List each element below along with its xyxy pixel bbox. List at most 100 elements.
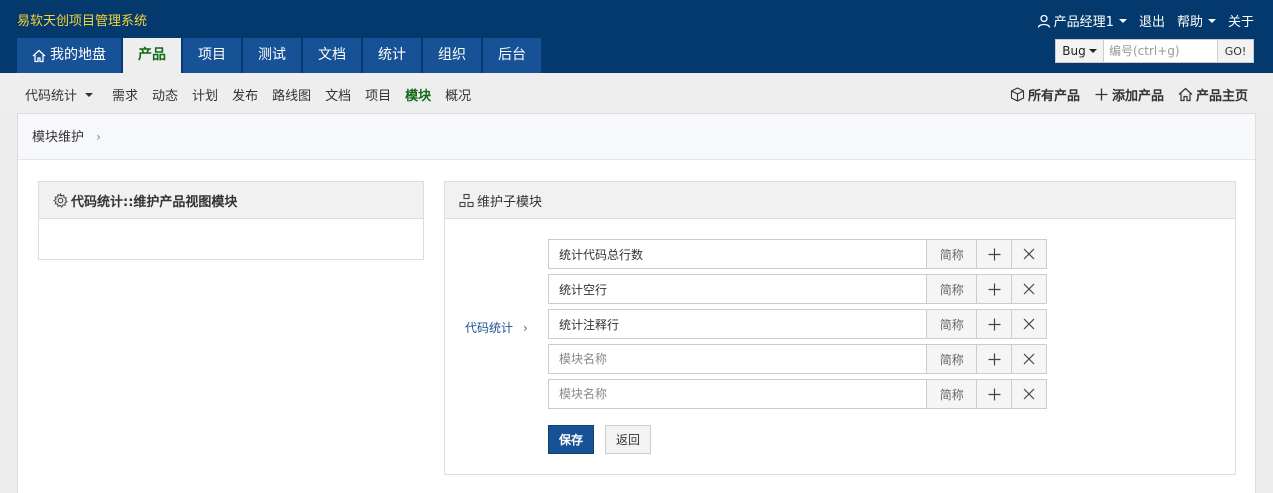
short-name-field[interactable]: 简称 bbox=[927, 239, 978, 269]
product-switcher-label: 代码统计 bbox=[25, 89, 78, 104]
user-icon bbox=[1037, 14, 1050, 28]
search-input[interactable] bbox=[1104, 40, 1217, 62]
chevron-down-icon bbox=[1088, 49, 1097, 53]
delete-row-button[interactable] bbox=[1012, 344, 1047, 374]
sub-nav-left: 代码统计 需求 动态 计划 发布 路线图 文档 项目 模块 概况 bbox=[25, 85, 485, 104]
short-name-field[interactable]: 简称 bbox=[927, 379, 978, 409]
panel-title: 代码统计::维护产品视图模块 bbox=[71, 194, 238, 210]
user-name: 产品经理1 bbox=[1053, 15, 1114, 30]
panel-title: 维护子模块 bbox=[477, 194, 543, 210]
search-type-select[interactable]: Bug bbox=[1056, 40, 1104, 62]
short-name-field[interactable]: 简称 bbox=[927, 309, 978, 339]
user-dropdown[interactable]: 产品经理1 bbox=[1037, 11, 1127, 30]
cube-icon bbox=[1010, 87, 1025, 102]
chevron-down-icon bbox=[1118, 18, 1127, 23]
parent-module-link[interactable]: 代码统计 › bbox=[465, 319, 528, 336]
delete-row-button[interactable] bbox=[1012, 309, 1047, 339]
add-row-button[interactable] bbox=[977, 379, 1013, 409]
panel-heading: 维护子模块 bbox=[445, 182, 1235, 219]
plus-icon bbox=[988, 283, 1001, 295]
help-dropdown[interactable]: 帮助 bbox=[1177, 11, 1216, 30]
add-row-button[interactable] bbox=[977, 274, 1013, 304]
search-go-button[interactable]: GO! bbox=[1217, 40, 1253, 62]
chevron-down-icon bbox=[85, 92, 94, 97]
plus-icon bbox=[988, 318, 1001, 330]
add-row-button[interactable] bbox=[977, 239, 1013, 269]
plus-icon bbox=[1095, 88, 1108, 101]
subnav-item-doc[interactable]: 文档 bbox=[325, 85, 351, 104]
about-link[interactable]: 关于 bbox=[1228, 11, 1254, 30]
add-product-link[interactable]: 添加产品 bbox=[1094, 85, 1164, 104]
module-row: 简称 bbox=[548, 379, 1047, 409]
logout-link[interactable]: 退出 bbox=[1139, 11, 1165, 30]
product-home-link[interactable]: 产品主页 bbox=[1178, 85, 1248, 104]
tab-project[interactable]: 项目 bbox=[183, 38, 241, 73]
top-header: 易软天创项目管理系统 产品经理1 退出 帮助 关于 我的地盘 产品 项目 测试 … bbox=[0, 0, 1273, 73]
subnav-item-release[interactable]: 发布 bbox=[232, 85, 258, 104]
subnav-item-roadmap[interactable]: 路线图 bbox=[272, 85, 311, 104]
close-icon bbox=[1023, 283, 1035, 295]
module-name-input[interactable] bbox=[548, 239, 928, 269]
delete-row-button[interactable] bbox=[1012, 239, 1047, 269]
search-type-label: Bug bbox=[1062, 44, 1086, 58]
child-modules-panel: 维护子模块 代码统计 › 简称 简称 简称 简称 bbox=[444, 181, 1236, 475]
short-name-field[interactable]: 简称 bbox=[927, 344, 978, 374]
content-area: 模块维护 › 代码统计::维护产品视图模块 维护子模块 代码统计 › 简称 简称 bbox=[17, 113, 1256, 493]
plus-icon bbox=[988, 388, 1001, 400]
tab-my[interactable]: 我的地盘 bbox=[17, 38, 121, 73]
tab-qa[interactable]: 测试 bbox=[243, 38, 301, 73]
module-name-input[interactable] bbox=[548, 344, 928, 374]
close-icon bbox=[1023, 318, 1035, 330]
tab-product[interactable]: 产品 bbox=[123, 38, 181, 73]
search-box: Bug GO! bbox=[1055, 39, 1254, 63]
subnav-item-view[interactable]: 概况 bbox=[445, 85, 471, 104]
tab-company[interactable]: 组织 bbox=[423, 38, 481, 73]
panel-heading: 代码统计::维护产品视图模块 bbox=[39, 182, 423, 219]
breadcrumb-separator: › bbox=[96, 130, 101, 144]
parent-module-label: 代码统计 bbox=[465, 321, 514, 335]
back-button[interactable]: 返回 bbox=[605, 425, 651, 454]
tab-report[interactable]: 统计 bbox=[363, 38, 421, 73]
save-button[interactable]: 保存 bbox=[548, 425, 594, 454]
tab-doc[interactable]: 文档 bbox=[303, 38, 361, 73]
plus-icon bbox=[988, 248, 1001, 260]
all-products-link[interactable]: 所有产品 bbox=[1010, 85, 1080, 104]
module-name-input[interactable] bbox=[548, 379, 928, 409]
add-row-button[interactable] bbox=[977, 309, 1013, 339]
module-row: 简称 bbox=[548, 239, 1047, 269]
sub-nav-right: 所有产品 添加产品 产品主页 bbox=[996, 85, 1248, 104]
subnav-item-dynamic[interactable]: 动态 bbox=[152, 85, 178, 104]
home-icon bbox=[1178, 87, 1193, 102]
breadcrumb: 模块维护 › bbox=[18, 114, 1255, 160]
sitemap-icon bbox=[459, 193, 474, 207]
delete-row-button[interactable] bbox=[1012, 379, 1047, 409]
close-icon bbox=[1023, 388, 1035, 400]
subnav-item-story[interactable]: 需求 bbox=[112, 85, 138, 104]
module-row: 简称 bbox=[548, 344, 1047, 374]
tab-admin[interactable]: 后台 bbox=[483, 38, 541, 73]
subnav-item-project[interactable]: 项目 bbox=[365, 85, 391, 104]
main-nav: 我的地盘 产品 项目 测试 文档 统计 组织 后台 bbox=[17, 38, 543, 73]
home-icon bbox=[32, 49, 46, 62]
product-home-label: 产品主页 bbox=[1195, 89, 1248, 104]
gear-icon bbox=[53, 192, 68, 208]
module-name-input[interactable] bbox=[548, 309, 928, 339]
module-name-input[interactable] bbox=[548, 274, 928, 304]
all-products-label: 所有产品 bbox=[1027, 89, 1080, 104]
short-name-field[interactable]: 简称 bbox=[927, 274, 978, 304]
subnav-item-plan[interactable]: 计划 bbox=[192, 85, 218, 104]
product-switcher[interactable]: 代码统计 bbox=[25, 85, 98, 104]
subnav-item-module[interactable]: 模块 bbox=[405, 85, 431, 104]
add-row-button[interactable] bbox=[977, 344, 1013, 374]
close-icon bbox=[1023, 353, 1035, 365]
module-row: 简称 bbox=[548, 274, 1047, 304]
module-tree-panel: 代码统计::维护产品视图模块 bbox=[38, 181, 424, 260]
chevron-down-icon bbox=[1207, 18, 1216, 23]
delete-row-button[interactable] bbox=[1012, 274, 1047, 304]
breadcrumb-item[interactable]: 模块维护 bbox=[32, 130, 84, 145]
sub-nav: 代码统计 需求 动态 计划 发布 路线图 文档 项目 模块 概况 所有产品 添加… bbox=[0, 73, 1273, 113]
plus-icon bbox=[988, 353, 1001, 365]
help-label: 帮助 bbox=[1176, 15, 1203, 30]
app-title[interactable]: 易软天创项目管理系统 bbox=[17, 10, 147, 29]
close-icon bbox=[1023, 248, 1035, 260]
